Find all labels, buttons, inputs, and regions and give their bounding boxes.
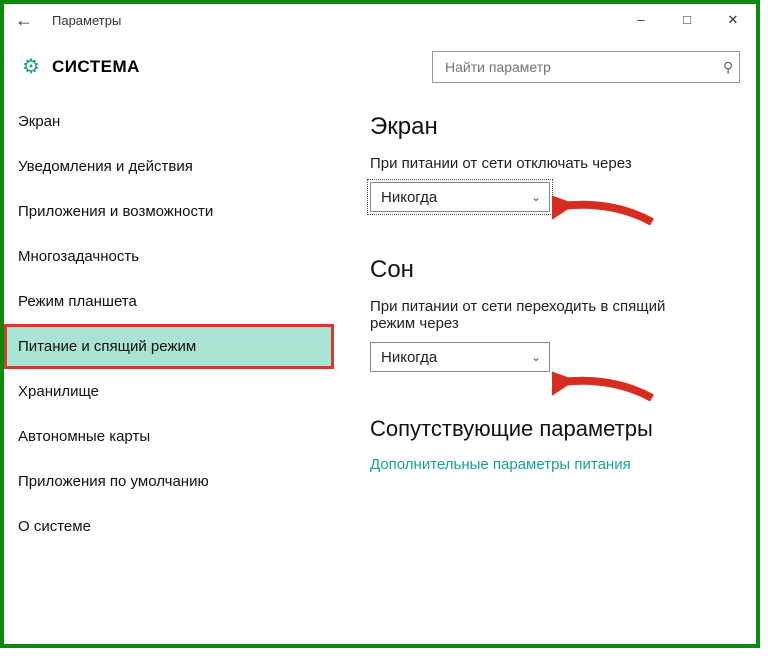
gear-icon: ⚙ <box>22 57 40 77</box>
sidebar-item-default-apps[interactable]: Приложения по умолчанию <box>4 459 334 504</box>
search-input[interactable] <box>443 58 723 76</box>
sidebar-item-tablet[interactable]: Режим планшета <box>4 279 334 324</box>
content: Экран При питании от сети отключать чере… <box>334 93 756 641</box>
chevron-down-icon: ⌄ <box>531 190 541 204</box>
sleep-value: Никогда <box>381 349 437 366</box>
advanced-power-link[interactable]: Дополнительные параметры питания <box>370 456 746 473</box>
screen-heading: Экран <box>370 113 746 141</box>
close-button[interactable]: ✕ <box>710 4 756 36</box>
sidebar-item-multitasking[interactable]: Многозадачность <box>4 234 334 279</box>
screen-off-value: Никогда <box>381 189 437 206</box>
sidebar-item-about[interactable]: О системе <box>4 504 334 549</box>
page-title: СИСТЕМА <box>52 57 140 77</box>
search-box[interactable]: ⚲ <box>432 51 740 83</box>
sidebar-item-display[interactable]: Экран <box>4 99 334 144</box>
sleep-label: При питании от сети переходить в спящий … <box>370 298 710 332</box>
header: ⚙ СИСТЕМА ⚲ <box>4 37 756 93</box>
back-button[interactable]: ← <box>4 4 44 36</box>
sleep-select[interactable]: Никогда ⌄ <box>370 342 550 372</box>
sidebar-item-maps[interactable]: Автономные карты <box>4 414 334 459</box>
screen-off-label: При питании от сети отключать через <box>370 155 710 172</box>
sidebar-item-power[interactable]: Питание и спящий режим <box>4 324 334 369</box>
sidebar-item-apps[interactable]: Приложения и возможности <box>4 189 334 234</box>
sidebar-item-storage[interactable]: Хранилище <box>4 369 334 414</box>
maximize-button[interactable]: □ <box>664 4 710 36</box>
chevron-down-icon: ⌄ <box>531 350 541 364</box>
sidebar-item-notifications[interactable]: Уведомления и действия <box>4 144 334 189</box>
related-heading: Сопутствующие параметры <box>370 416 746 442</box>
minimize-button[interactable]: – <box>618 4 664 36</box>
sleep-heading: Сон <box>370 256 746 284</box>
screen-off-select[interactable]: Никогда ⌄ <box>370 182 550 212</box>
window-title: Параметры <box>52 13 121 28</box>
sidebar: Экран Уведомления и действия Приложения … <box>4 93 334 641</box>
search-icon: ⚲ <box>723 59 733 76</box>
titlebar: ← Параметры – □ ✕ <box>4 4 756 37</box>
